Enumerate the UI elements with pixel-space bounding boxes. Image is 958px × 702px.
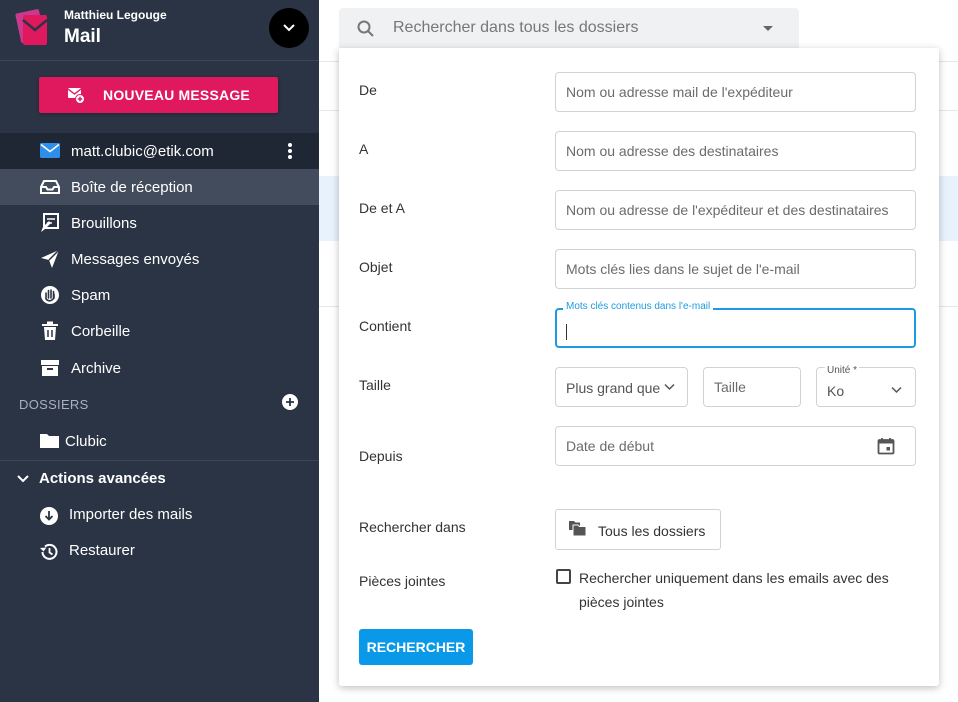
folder-item-clubic[interactable]: Clubic [0, 423, 319, 459]
search-dropdown-icon[interactable] [763, 26, 773, 31]
search-submit-button[interactable]: RECHERCHER [359, 629, 473, 665]
search-icon [357, 20, 374, 42]
folders-section-title: DOSSIERS [19, 397, 89, 412]
trash-icon [40, 321, 60, 341]
advanced-actions-title: Actions avancées [39, 470, 166, 487]
user-name: Matthieu Legouge [64, 8, 167, 22]
sidebar-item-spam[interactable]: Spam [0, 277, 319, 313]
to-input[interactable] [555, 131, 916, 171]
from-to-label: De et A [359, 200, 405, 216]
since-date-input[interactable] [555, 426, 916, 466]
sidebar-item-label: Boîte de réception [71, 178, 193, 196]
sidebar-item-inbox[interactable]: Boîte de réception [0, 169, 319, 205]
sidebar-item-trash[interactable]: Corbeille [0, 313, 319, 349]
folder-label: Clubic [65, 433, 107, 450]
new-message-button[interactable]: NOUVEAU MESSAGE [39, 77, 278, 113]
sidebar-item-label: Brouillons [71, 214, 137, 232]
all-folders-label: Tous les dossiers [598, 523, 706, 539]
sidebar-item-label: Archive [71, 359, 122, 377]
sidebar-item-drafts[interactable]: Brouillons [0, 205, 319, 241]
contains-floating-label: Mots clés contenus dans l'e-mail [563, 301, 714, 312]
drafts-icon [40, 213, 60, 233]
account-switch-button[interactable] [269, 8, 309, 48]
compose-icon [67, 86, 86, 104]
search-bar[interactable]: Rechercher dans tous les dossiers [339, 8, 799, 48]
restore-item[interactable]: Restaurer [0, 533, 319, 569]
from-to-input[interactable] [555, 190, 916, 230]
all-folders-button[interactable]: Tous les dossiers [555, 509, 721, 550]
divider [0, 460, 319, 461]
import-mails-item[interactable]: Importer des mails [0, 497, 319, 533]
restore-label: Restaurer [69, 542, 135, 559]
archive-icon [40, 358, 60, 378]
chevron-down-icon [664, 383, 675, 391]
from-input[interactable] [555, 72, 916, 112]
size-label: Taille [359, 377, 391, 393]
sidebar-item-archive[interactable]: Archive [0, 350, 319, 386]
contains-label: Contient [359, 318, 412, 334]
sidebar-item-label: Corbeille [71, 322, 131, 340]
import-mails-label: Importer des mails [69, 506, 193, 523]
text-cursor [566, 324, 567, 340]
download-icon [39, 506, 59, 531]
unit-floating-label: Unité * [825, 365, 860, 376]
sidebar-item-label: Spam [71, 286, 111, 304]
since-label: Depuis [359, 448, 403, 464]
new-message-label: NOUVEAU MESSAGE [103, 87, 250, 103]
inbox-icon [40, 177, 60, 197]
subject-label: Objet [359, 259, 393, 275]
size-unit-value: Ko [827, 383, 845, 399]
advanced-actions-toggle[interactable]: Actions avancées [0, 462, 319, 494]
calendar-icon[interactable] [877, 437, 895, 460]
to-label: A [359, 141, 369, 157]
subject-input[interactable] [555, 249, 916, 289]
folder-icon [40, 433, 59, 453]
attachments-checkbox[interactable] [556, 569, 571, 584]
chevron-down-icon [891, 386, 902, 394]
search-in-label: Rechercher dans [359, 519, 466, 535]
contains-input[interactable]: Mots clés contenus dans l'e-mail [555, 301, 916, 348]
size-unit-select[interactable]: Unité * Ko [816, 365, 916, 407]
size-input[interactable] [703, 367, 801, 407]
advanced-search-panel: De A De et A Objet Contient Mots clés co… [339, 48, 939, 686]
account-email: matt.clubic@etik.com [71, 142, 214, 160]
app-name: Mail [64, 26, 101, 47]
chevron-down-icon [17, 471, 29, 489]
attachments-checkbox-label: Rechercher uniquement dans les emails av… [579, 570, 889, 610]
sidebar: Matthieu Legouge Mail NOUVEAU MESSAGE ma… [0, 0, 319, 702]
sidebar-item-label: Messages envoyés [71, 250, 200, 268]
sidebar-item-sent[interactable]: Messages envoyés [0, 241, 319, 277]
from-label: De [359, 82, 377, 98]
restore-icon [39, 542, 59, 567]
more-options-icon[interactable] [282, 142, 298, 160]
folders-icon [569, 521, 587, 542]
account-row[interactable]: matt.clubic@etik.com [0, 133, 319, 169]
search-placeholder: Rechercher dans tous les dossiers [393, 19, 639, 36]
add-folder-icon[interactable] [281, 393, 299, 411]
divider [0, 60, 319, 61]
attachments-label: Pièces jointes [359, 573, 446, 589]
mail-logo-icon [14, 8, 54, 48]
send-icon [40, 249, 60, 269]
size-comparator-select[interactable]: Plus grand que [555, 367, 688, 407]
size-comparator-value: Plus grand que [566, 380, 661, 396]
envelope-icon [40, 143, 60, 163]
spam-hand-icon [40, 285, 60, 305]
chevron-down-icon [283, 24, 295, 32]
